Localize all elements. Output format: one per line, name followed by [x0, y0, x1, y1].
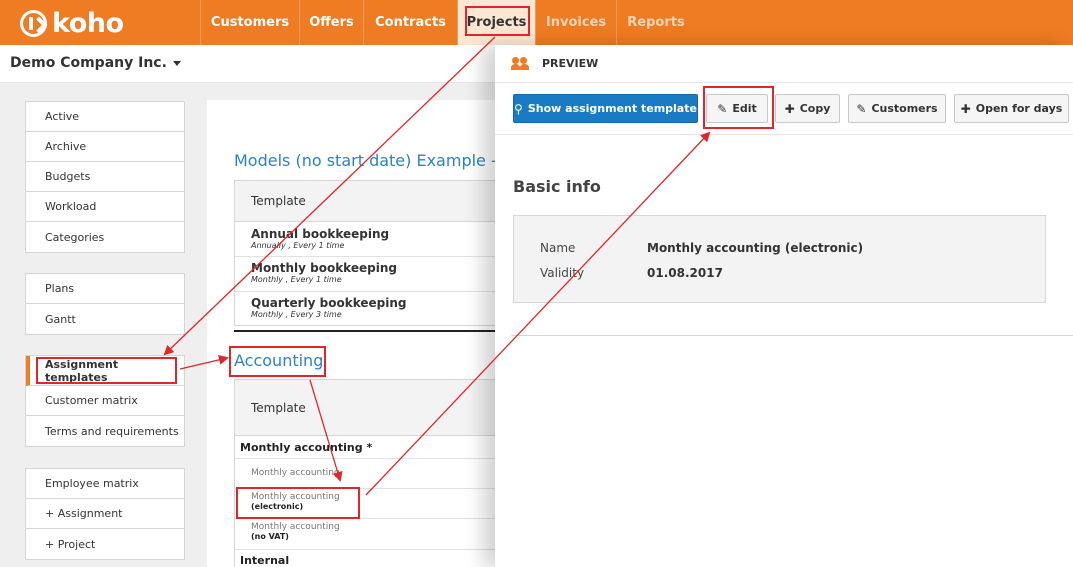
- preview-panel: PREVIEW ⚲ Show assignment template ✎ Edit …: [495, 45, 1073, 567]
- sidebar-item-add-project[interactable]: + Project: [26, 529, 184, 559]
- table-header: Template: [235, 380, 513, 436]
- nav-customers[interactable]: Customers: [200, 0, 299, 45]
- preview-header: PREVIEW: [495, 45, 1073, 83]
- users-icon: [511, 56, 532, 71]
- edit-button[interactable]: ✎ Edit: [706, 94, 768, 123]
- sidebar-item-terms-and-requirements[interactable]: Terms and requirements: [26, 416, 184, 446]
- company-selector[interactable]: Demo Company Inc.: [10, 55, 181, 71]
- basic-info-title: Basic info: [513, 177, 601, 196]
- search-icon: ⚲: [514, 101, 523, 116]
- copy-button[interactable]: ✚ Copy: [775, 94, 840, 123]
- koho-logo[interactable]: koho: [20, 7, 124, 39]
- sidebar-group-employees: Employee matrix + Assignment + Project: [25, 468, 185, 560]
- table-row[interactable]: Quarterly bookkeeping Monthly , Every 3 …: [235, 292, 513, 325]
- plus-icon: ✚: [784, 101, 795, 116]
- plus-icon: ✚: [960, 101, 971, 116]
- sidebar-item-add-assignment[interactable]: + Assignment: [26, 499, 184, 529]
- table-row[interactable]: Monthly bookkeeping Monthly , Every 1 ti…: [235, 257, 513, 292]
- nav-reports[interactable]: Reports: [616, 0, 695, 45]
- field-label: Name: [540, 241, 576, 255]
- field-value: 01.08.2017: [647, 266, 723, 280]
- models-template-table: Template Annual bookkeeping Annually , E…: [234, 180, 514, 326]
- templates-main-content: Models (no start date) Example - B Templ…: [207, 100, 514, 567]
- sidebar-group-templates: Assignment templates Customer matrix Ter…: [25, 355, 185, 447]
- sidebar-item-employee-matrix[interactable]: Employee matrix: [26, 469, 184, 499]
- table-row[interactable]: Monthly accounting (no VAT): [235, 519, 513, 550]
- chevron-down-icon: [172, 60, 181, 66]
- sidebar-item-workload[interactable]: Workload: [26, 192, 184, 222]
- sidebar-item-gantt[interactable]: Gantt: [26, 304, 184, 334]
- table-row[interactable]: Monthly accounting (electronic): [235, 489, 513, 519]
- table-header: Template: [235, 181, 513, 222]
- sidebar-item-budgets[interactable]: Budgets: [26, 162, 184, 192]
- field-value: Monthly accounting (electronic): [647, 241, 864, 255]
- sidebar-item-customer-matrix[interactable]: Customer matrix: [26, 386, 184, 416]
- edit-icon: ✎: [717, 101, 728, 116]
- table-row[interactable]: Monthly accounting: [235, 459, 513, 489]
- sidebar-group-planning: Plans Gantt: [25, 273, 185, 335]
- section-heading-accounting[interactable]: Accounting: [234, 351, 323, 370]
- sidebar-item-plans[interactable]: Plans: [26, 274, 184, 304]
- accounting-template-table: Template Monthly accounting * Monthly ac…: [234, 379, 514, 567]
- edit-icon: ✎: [856, 101, 867, 116]
- row-title: Monthly accounting: [251, 522, 340, 532]
- table-group-row: Internal: [240, 553, 290, 567]
- row-subtitle: Annually , Every 1 time: [251, 241, 345, 250]
- row-title: Annual bookkeeping: [251, 227, 390, 241]
- main-nav: Customers Offers Contracts Projects Invo…: [200, 0, 695, 45]
- row-subtitle: Monthly , Every 1 time: [251, 275, 342, 284]
- button-label: Show assignment template: [527, 102, 697, 115]
- section-heading-models[interactable]: Models (no start date) Example - B: [234, 151, 513, 170]
- row-title: Monthly accounting: [251, 468, 340, 478]
- show-assignment-template-button[interactable]: ⚲ Show assignment template: [513, 94, 698, 123]
- koho-logo-icon: [20, 9, 47, 37]
- preview-toolbar: ⚲ Show assignment template ✎ Edit ✚ Copy ✎ C…: [495, 94, 1073, 124]
- nav-invoices[interactable]: Invoices: [535, 0, 616, 45]
- section-divider: [234, 330, 514, 332]
- button-label: Copy: [799, 102, 831, 115]
- open-for-days-button[interactable]: ✚ Open for days: [954, 94, 1069, 123]
- button-label: Customers: [871, 102, 938, 115]
- field-label: Validity: [540, 266, 585, 280]
- table-row[interactable]: Annual bookkeeping Annually , Every 1 ti…: [235, 222, 513, 257]
- row-subtitle: Monthly , Every 3 time: [251, 310, 342, 319]
- row-subtitle: (no VAT): [251, 532, 289, 541]
- row-title: Quarterly bookkeeping: [251, 296, 407, 310]
- row-subtitle: (electronic): [251, 502, 304, 511]
- info-row-name: Name Monthly accounting (electronic): [540, 241, 863, 255]
- sidebar-item-categories[interactable]: Categories: [26, 222, 184, 252]
- nav-offers[interactable]: Offers: [299, 0, 363, 45]
- customers-button[interactable]: ✎ Customers: [848, 94, 946, 123]
- preview-title: PREVIEW: [542, 57, 599, 70]
- table-group-row: Monthly accounting *: [235, 436, 513, 459]
- nav-contracts[interactable]: Contracts: [363, 0, 457, 45]
- button-label: Edit: [732, 102, 757, 115]
- sidebar-item-active[interactable]: Active: [26, 102, 184, 132]
- preview-divider: [511, 335, 1073, 336]
- sidebar-item-archive[interactable]: Archive: [26, 132, 184, 162]
- toolbar-divider: [495, 134, 1073, 135]
- nav-projects[interactable]: Projects: [457, 0, 535, 45]
- sidebar-group-projects: Active Archive Budgets Workload Categori…: [25, 101, 185, 253]
- sidebar-item-assignment-templates[interactable]: Assignment templates: [26, 356, 184, 386]
- basic-info-box: Name Monthly accounting (electronic) Val…: [513, 215, 1046, 303]
- info-row-validity: Validity 01.08.2017: [540, 266, 723, 280]
- logo-text: koho: [52, 7, 124, 39]
- button-label: Open for days: [975, 102, 1063, 115]
- top-navigation-bar: koho Customers Offers Contracts Projects…: [0, 0, 1073, 45]
- company-name: Demo Company Inc.: [10, 55, 167, 71]
- row-title: Monthly accounting: [251, 492, 340, 502]
- row-title: Monthly bookkeeping: [251, 261, 397, 275]
